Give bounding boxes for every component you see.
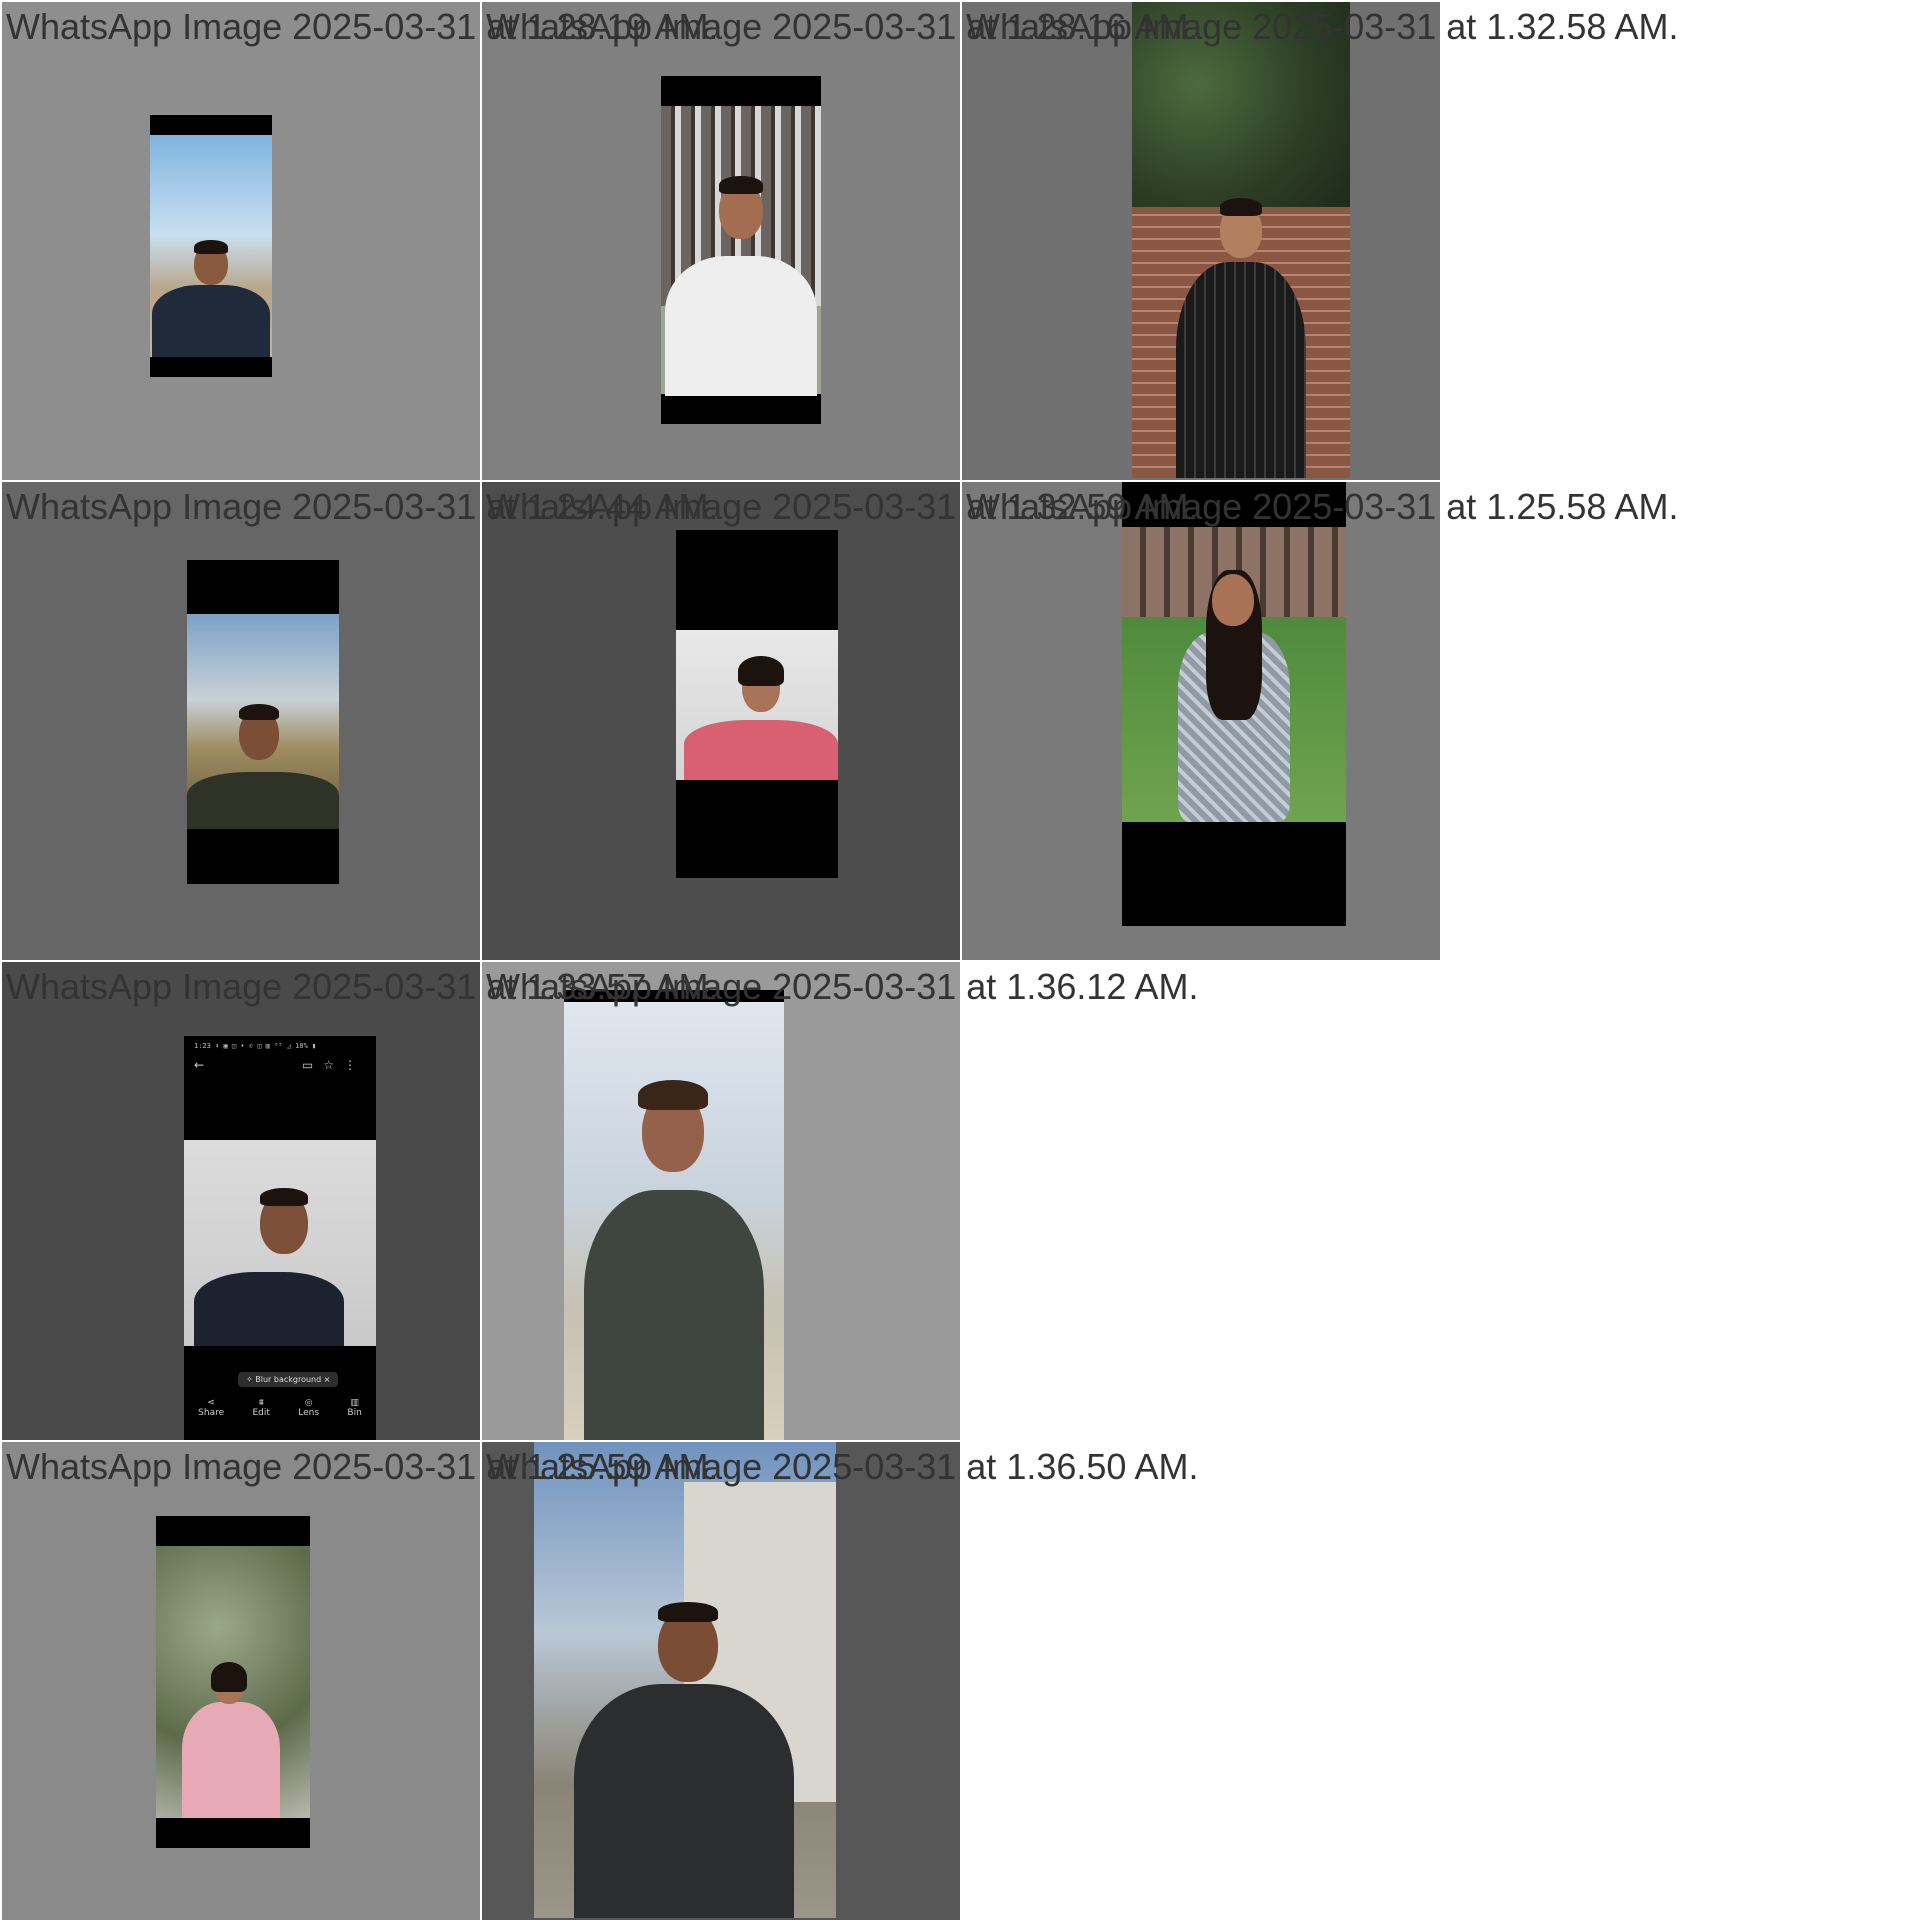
image-tile[interactable]	[962, 2, 1440, 480]
image-tile[interactable]	[2, 1442, 480, 1920]
edit-icon: ⩩	[258, 1398, 264, 1408]
image-tile[interactable]	[482, 962, 960, 1440]
bin-icon: ▥	[350, 1398, 359, 1408]
image-tile[interactable]	[2, 2, 480, 480]
photo-thumbnail: 1:23 ⬇ ▣ ◫ • ✆ ◫ ▥ ⁰⁵ ◿ 18% ▮ ← ▭☆⋮ ✧ Bl…	[184, 1036, 376, 1440]
image-tile[interactable]	[2, 482, 480, 960]
caption-overflow-fade	[1440, 0, 1920, 1920]
image-tile[interactable]	[482, 2, 960, 480]
photo-thumbnail	[564, 990, 784, 1440]
photo-thumbnail	[1122, 482, 1346, 926]
image-tile[interactable]	[482, 482, 960, 960]
lens-button[interactable]: ◎ Lens	[298, 1398, 319, 1418]
photo-thumbnail	[676, 530, 838, 878]
photo-thumbnail	[156, 1516, 310, 1848]
photo-thumbnail	[534, 1442, 836, 1918]
bin-button[interactable]: ▥ Bin	[347, 1398, 361, 1418]
photo-thumbnail	[661, 76, 821, 424]
lens-icon: ◎	[304, 1398, 313, 1408]
bottom-action-bar: ⋖ Share ⩩ Edit ◎ Lens ▥ Bin	[184, 1398, 376, 1418]
photo-thumbnail	[1132, 2, 1350, 478]
sparkle-icon: ✧	[246, 1375, 256, 1384]
image-tile[interactable]	[482, 1442, 960, 1920]
image-tile[interactable]	[962, 482, 1440, 960]
photo-thumbnail	[187, 560, 339, 884]
share-button[interactable]: ⋖ Share	[198, 1398, 224, 1418]
photo-thumbnail	[150, 115, 272, 377]
edit-button[interactable]: ⩩ Edit	[253, 1398, 270, 1418]
blur-background-chip[interactable]: ✧ Blur background ×	[238, 1372, 339, 1387]
chip-label: Blur background	[255, 1375, 322, 1384]
close-icon[interactable]: ×	[321, 1375, 331, 1384]
share-icon: ⋖	[207, 1398, 215, 1408]
image-grid: 1:23 ⬇ ▣ ◫ • ✆ ◫ ▥ ⁰⁵ ◿ 18% ▮ ← ▭☆⋮ ✧ Bl…	[0, 0, 1920, 1920]
image-tile[interactable]: 1:23 ⬇ ▣ ◫ • ✆ ◫ ▥ ⁰⁵ ◿ 18% ▮ ← ▭☆⋮ ✧ Bl…	[2, 962, 480, 1440]
